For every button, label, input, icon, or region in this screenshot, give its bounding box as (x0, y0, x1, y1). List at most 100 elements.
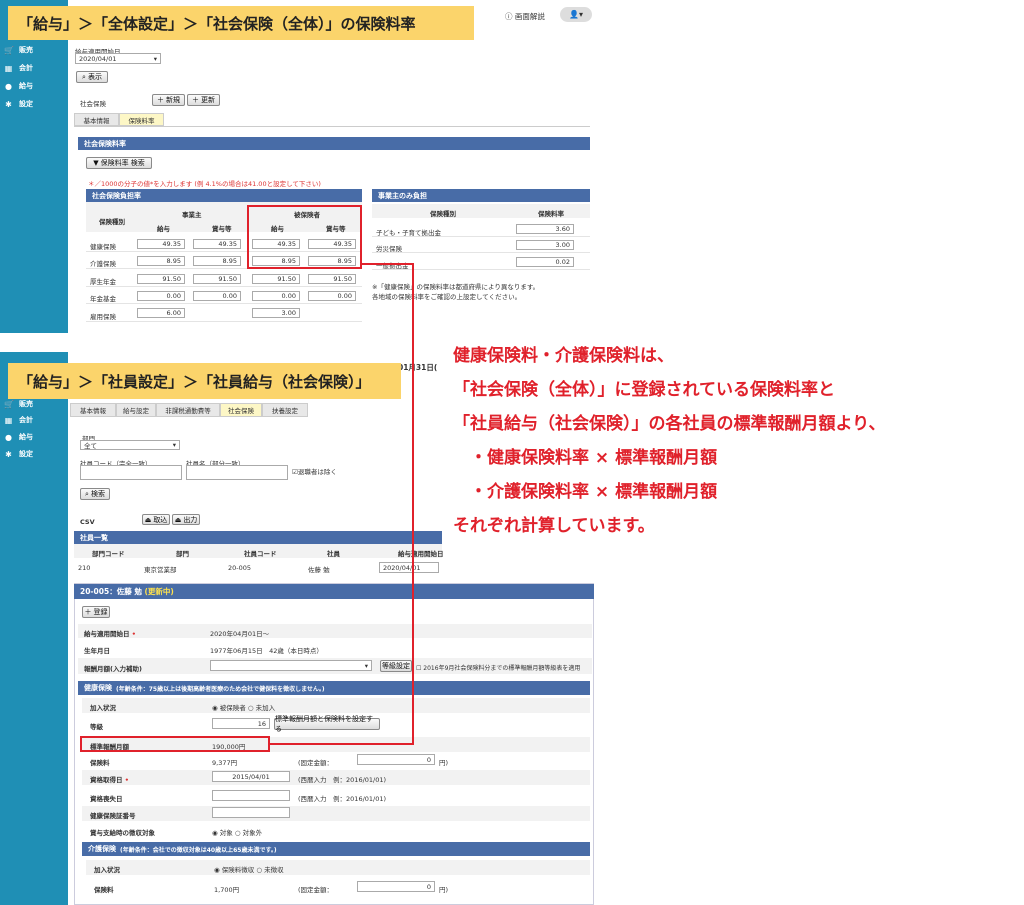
rate-health-emp-pay[interactable]: 49.35 (137, 239, 185, 249)
note-line-3: 「社員給与（社会保険）」の各社員の標準報酬月額より、 (453, 414, 886, 434)
tab-pay-settings[interactable]: 給与設定 (116, 403, 156, 417)
radio-checked-icon: ◉ (214, 866, 222, 874)
care-fixed-input[interactable]: 0 (357, 881, 435, 892)
rate-health-emp-bonus[interactable]: 49.35 (193, 239, 241, 249)
tab-commute[interactable]: 非課税通勤費等 (156, 403, 220, 417)
rate-employment-ins-pay[interactable]: 3.00 (252, 308, 300, 318)
eo-rate-workers[interactable]: 3.00 (516, 240, 574, 250)
birth-value: 1977年06月15日 42歳（本日時点） (210, 647, 323, 655)
rate-fund-ins-pay[interactable]: 0.00 (252, 291, 300, 301)
burden-table-title: 社会保険負担率 (86, 189, 362, 202)
radio-checked-icon: ◉ (212, 704, 220, 712)
bonus-target-label: 賞与支給時の徴収対象 (90, 829, 155, 837)
grade-input[interactable]: 16 (212, 718, 270, 729)
plus-icon: ＋ (192, 96, 199, 104)
list-col-emp-code: 社員コード (244, 550, 277, 558)
cell-dept-code: 210 (78, 564, 91, 572)
rate-pension-ins-pay[interactable]: 91.50 (252, 274, 300, 284)
tab-insurance-rate[interactable]: 保険料率 (119, 113, 164, 126)
help-link[interactable]: ⓘ 画面解説 (505, 11, 545, 22)
cell-start-date[interactable]: 2020/04/01 (379, 562, 439, 573)
import-button[interactable]: ⏏ 取込 (142, 514, 170, 525)
row-name-fund: 年金基金 (90, 295, 116, 303)
burden-row-sep (86, 321, 362, 322)
retired-checkbox[interactable]: ☑退職者は除く (292, 466, 337, 476)
col-type: 保険種別 (99, 218, 125, 226)
cart-icon: 🛒 (4, 399, 14, 409)
eo-row-sep (372, 236, 590, 237)
eo-rate-child[interactable]: 3.60 (516, 224, 574, 234)
cart-icon: 🛒 (4, 45, 14, 55)
screenshot-shaho-rate: 🛒 販売 ▦ 会計 ● 給与 ✱ 設定 ⓘ 画面解説 👤 ▾ 給与適用開始日 2020/0… (0, 0, 597, 333)
set-std-button[interactable]: 標準報酬月額と保険料を設定する (274, 715, 380, 733)
user-menu-button[interactable]: 👤 ▾ (560, 7, 592, 22)
eo-row-sep (372, 252, 590, 253)
grade-note-checkbox[interactable]: ☐ 2016年9月社会保険料分までの標準報酬月額等級表を適用 (416, 663, 580, 672)
sidebar-item-settings[interactable]: ✱ 設定 (4, 448, 33, 460)
header-date: 01月31日( (398, 363, 438, 372)
sidebar-item-payroll[interactable]: ● 給与 (4, 80, 33, 92)
plus-icon: ＋ (157, 96, 164, 104)
tab-basic-info[interactable]: 基本情報 (74, 113, 119, 126)
export-button[interactable]: ⏏ 出力 (172, 514, 200, 525)
calculator-icon: ▦ (4, 415, 13, 425)
care-premium-value: 1,700円 (214, 886, 240, 894)
sidebar-item-payroll[interactable]: ● 給与 (4, 431, 33, 443)
search-button[interactable]: ⌕ 検索 (80, 488, 110, 500)
bonus-target-radio[interactable]: ◉ 対象 ○ 対象外 (212, 827, 262, 837)
rate-pension-emp-bonus[interactable]: 91.50 (193, 274, 241, 284)
grade-label: 等級 (90, 723, 103, 731)
grade-set-button[interactable]: 等級設定 (380, 660, 412, 672)
tab-basic-info[interactable]: 基本情報 (70, 403, 116, 417)
money-bag-icon: ● (5, 81, 12, 91)
new-button[interactable]: ＋新規 (152, 94, 185, 106)
list-col-start: 給与適用開始日 (398, 550, 444, 558)
care-fixed-label: (固定金額： (298, 886, 334, 894)
row-bg (86, 860, 590, 875)
update-button[interactable]: ＋更新 (187, 94, 220, 106)
care-join-radio[interactable]: ◉ 保険料徴収 ○ 未徴収 (214, 864, 284, 874)
table-row[interactable]: 210 東京営業部 20-005 佐藤 勉 2020/04/01 (74, 558, 442, 576)
join-radio[interactable]: ◉ 被保険者 ○ 未加入 (212, 702, 275, 712)
card-input[interactable] (212, 807, 290, 818)
required-mark: • (122, 776, 129, 784)
tab-social-insurance[interactable]: 社会保険 (220, 403, 262, 417)
calculator-icon: ▦ (4, 63, 13, 73)
rate-fund-emp-bonus[interactable]: 0.00 (193, 291, 241, 301)
rate-fund-emp-pay[interactable]: 0.00 (137, 291, 185, 301)
emp-code-input[interactable] (80, 465, 182, 480)
dept-select[interactable]: 全て ▾ (80, 440, 180, 450)
employee-list-title: 社員一覧 (74, 531, 442, 544)
rate-care-emp-pay[interactable]: 8.95 (137, 256, 185, 266)
sidebar-item-sales[interactable]: 🛒 販売 (4, 44, 33, 56)
csv-label: CSV (80, 518, 95, 526)
start-date-select[interactable]: 2020/04/01 ▾ (75, 53, 161, 64)
col-employer: 事業主 (182, 211, 202, 219)
list-col-dept-code: 部門コード (92, 550, 125, 558)
birth-label: 生年月日 (84, 647, 110, 655)
eo-rate-general[interactable]: 0.02 (516, 257, 574, 267)
emp-name-input[interactable] (186, 465, 288, 480)
sidebar-item-settings[interactable]: ✱ 設定 (4, 98, 33, 110)
card-label: 健康保険証番号 (90, 812, 136, 820)
row-bg (82, 806, 590, 821)
fixed-input[interactable]: 0 (357, 754, 435, 765)
tab-dependents[interactable]: 扶養設定 (262, 403, 308, 417)
reward-select[interactable]: ▾ (210, 660, 372, 671)
rate-pension-emp-pay[interactable]: 91.50 (137, 274, 185, 284)
rate-fund-ins-bonus[interactable]: 0.00 (308, 291, 356, 301)
employer-only-title: 事業主のみ負担 (372, 189, 590, 202)
rate-search-button[interactable]: ▼ 保険料率 検索 (86, 157, 152, 169)
loss-input[interactable] (212, 790, 290, 801)
sidebar-item-accounting[interactable]: ▦ 会計 (4, 62, 33, 74)
sidebar-item-accounting[interactable]: ▦ 会計 (4, 414, 33, 426)
show-button[interactable]: ⌕ 表示 (76, 71, 108, 83)
rate-pension-ins-bonus[interactable]: 91.50 (308, 274, 356, 284)
register-button[interactable]: ＋登録 (82, 606, 110, 618)
radio-icon: ○ (232, 829, 243, 837)
cell-emp-code: 20-005 (228, 564, 252, 572)
acquire-input[interactable]: 2015/04/01 (212, 771, 290, 782)
rate-care-emp-bonus[interactable]: 8.95 (193, 256, 241, 266)
rate-employment-emp-pay[interactable]: 6.00 (137, 308, 185, 318)
sidebar-item-sales[interactable]: 🛒 販売 (4, 398, 33, 410)
